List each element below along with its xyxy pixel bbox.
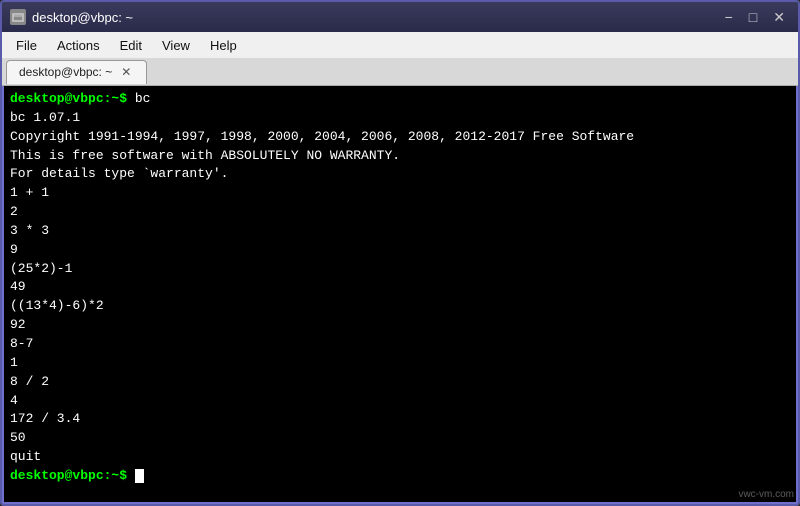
menu-help[interactable]: Help <box>200 35 247 56</box>
minimize-button[interactable]: − <box>720 8 738 26</box>
term-line-1: desktop@vbpc:~$ bc <box>10 90 790 109</box>
close-button[interactable]: ✕ <box>768 8 790 26</box>
term-line-12: ((13*4)-6)*2 <box>10 297 790 316</box>
cursor <box>135 469 144 483</box>
menu-actions[interactable]: Actions <box>47 35 110 56</box>
tab-label: desktop@vbpc: ~ <box>19 65 112 79</box>
maximize-button[interactable]: □ <box>744 8 762 26</box>
tab-close-button[interactable]: ✕ <box>118 64 134 80</box>
term-line-20: quit <box>10 448 790 467</box>
menu-view[interactable]: View <box>152 35 200 56</box>
term-line-7: 2 <box>10 203 790 222</box>
term-line-15: 1 <box>10 354 790 373</box>
term-line-4: This is free software with ABSOLUTELY NO… <box>10 147 790 166</box>
term-line-21: desktop@vbpc:~$ <box>10 467 790 486</box>
prompt-1: desktop@vbpc:~$ <box>10 91 127 106</box>
tab-bar: desktop@vbpc: ~ ✕ <box>2 58 798 86</box>
window-icon <box>10 9 26 25</box>
term-line-19: 50 <box>10 429 790 448</box>
menu-edit[interactable]: Edit <box>110 35 152 56</box>
term-line-18: 172 / 3.4 <box>10 410 790 429</box>
title-bar-controls: − □ ✕ <box>720 8 790 26</box>
prompt-2: desktop@vbpc:~$ <box>10 468 127 483</box>
term-line-16: 8 / 2 <box>10 373 790 392</box>
term-line-5: For details type `warranty'. <box>10 165 790 184</box>
term-line-3: Copyright 1991-1994, 1997, 1998, 2000, 2… <box>10 128 790 147</box>
window-title: desktop@vbpc: ~ <box>32 10 133 25</box>
term-line-6: 1 + 1 <box>10 184 790 203</box>
menu-file[interactable]: File <box>6 35 47 56</box>
term-line-13: 92 <box>10 316 790 335</box>
term-line-2: bc 1.07.1 <box>10 109 790 128</box>
title-bar: desktop@vbpc: ~ − □ ✕ <box>2 2 798 32</box>
term-line-9: 9 <box>10 241 790 260</box>
terminal-output[interactable]: desktop@vbpc:~$ bc bc 1.07.1 Copyright 1… <box>2 86 798 504</box>
term-line-11: 49 <box>10 278 790 297</box>
title-bar-left: desktop@vbpc: ~ <box>10 9 133 25</box>
terminal-window: desktop@vbpc: ~ − □ ✕ File Actions Edit … <box>0 0 800 506</box>
term-line-14: 8-7 <box>10 335 790 354</box>
term-line-17: 4 <box>10 392 790 411</box>
term-line-8: 3 * 3 <box>10 222 790 241</box>
term-line-10: (25*2)-1 <box>10 260 790 279</box>
menu-bar: File Actions Edit View Help <box>2 32 798 58</box>
terminal-tab[interactable]: desktop@vbpc: ~ ✕ <box>6 60 147 84</box>
